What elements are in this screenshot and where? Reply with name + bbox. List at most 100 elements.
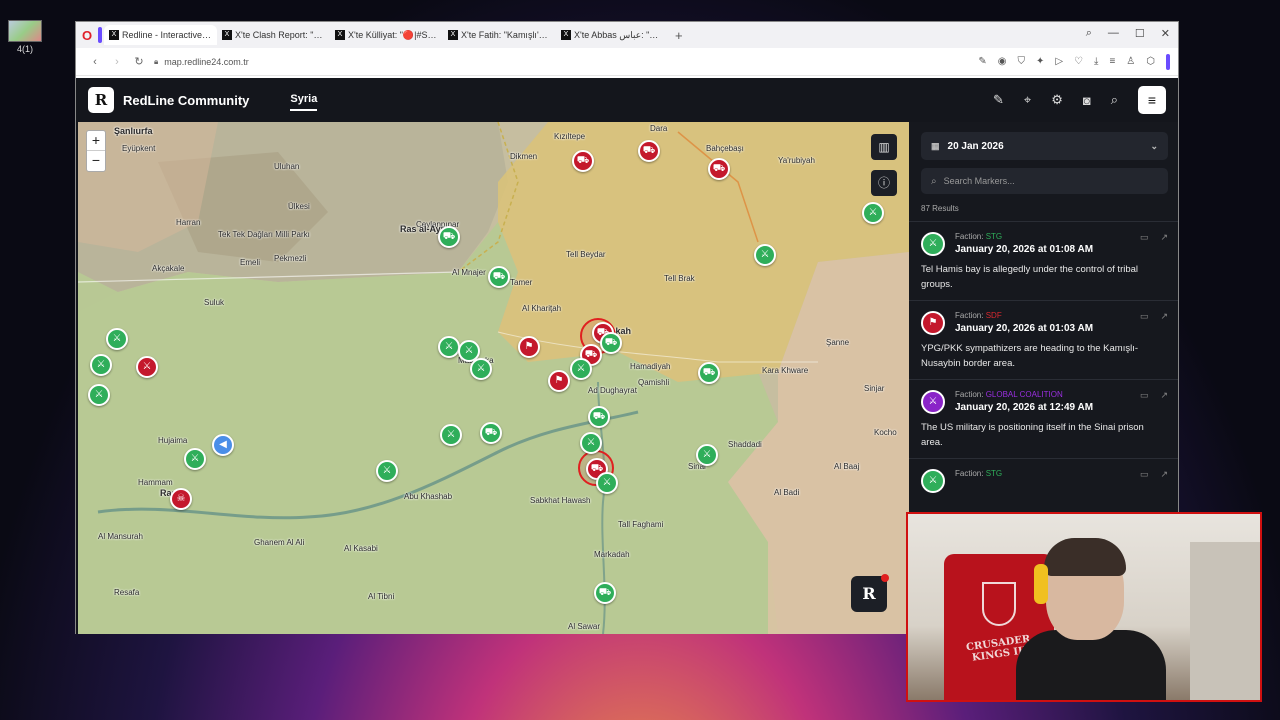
map-layers-icon[interactable]: ▥ (871, 134, 897, 160)
opera-logo-icon[interactable]: O (76, 28, 98, 43)
settings-gear-icon[interactable]: ⚙ (1051, 92, 1063, 108)
soldier-marker-icon[interactable]: ⚔ (470, 358, 492, 380)
reload-icon[interactable]: ↻ (128, 55, 150, 68)
people-marker-icon[interactable]: ⚑ (548, 370, 570, 392)
info-icon[interactable]: ⓘ (871, 170, 897, 196)
soldier-marker-icon[interactable]: ⚔ (376, 460, 398, 482)
camera-icon[interactable]: ◙ (1083, 93, 1091, 108)
shield-icon[interactable]: ⛉ (1017, 56, 1025, 67)
video-icon[interactable]: ▭ (1140, 232, 1149, 243)
external-link-icon[interactable]: ↗ (1160, 469, 1168, 480)
zoom-out-button[interactable]: − (87, 151, 105, 171)
heart-icon[interactable]: ♡ (1074, 56, 1083, 67)
camera-icon[interactable]: ◉ (998, 56, 1007, 67)
video-icon[interactable]: ▭ (1140, 469, 1149, 480)
truck-marker-icon[interactable]: ⛟ (698, 362, 720, 384)
close-window-button[interactable]: ✕ (1161, 27, 1170, 40)
video-icon[interactable]: ▭ (1140, 311, 1149, 322)
draw-pen-icon[interactable]: ✎ (993, 92, 1004, 108)
truck-marker-icon[interactable]: ⛟ (572, 150, 594, 172)
tab-title: Redline - Interactive Strate (122, 30, 212, 40)
soldier-marker-icon[interactable]: ⚔ (136, 356, 158, 378)
play-icon[interactable]: ▷ (1055, 56, 1063, 67)
feed-item[interactable]: ⚔ Faction: STG January 20, 2026 at 01:08… (909, 222, 1178, 301)
redline-corner-button[interactable]: R (851, 574, 889, 612)
megaphone-marker-icon[interactable]: ◀ (212, 434, 234, 456)
truck-marker-icon[interactable]: ⛟ (708, 158, 730, 180)
forward-arrow-icon[interactable]: › (106, 56, 128, 68)
search-icon[interactable]: ⌕ (1111, 92, 1118, 108)
header-tools: ✎ ⌖ ⚙ ◙ ⌕ ≡ (993, 86, 1166, 114)
soldier-marker-icon[interactable]: ⚔ (184, 448, 206, 470)
feed-item[interactable]: ⚑ Faction: SDF January 20, 2026 at 01:03… (909, 301, 1178, 380)
redline-logo[interactable]: R (88, 87, 114, 113)
truck-marker-icon[interactable]: ⛟ (600, 332, 622, 354)
sidebar-accent (98, 27, 102, 43)
hamburger-menu-button[interactable]: ≡ (1138, 86, 1166, 114)
browser-tab-fatih[interactable]: X X'te Fatih: "Kamışlı'da topl (443, 25, 556, 45)
map-label: Emeli (240, 258, 261, 267)
extension-icon[interactable]: ✦ (1036, 56, 1044, 67)
edit-icon[interactable]: ✎ (978, 56, 986, 67)
feed-actions: ▭ ↗ (1140, 390, 1168, 401)
truck-marker-icon[interactable]: ⛟ (438, 226, 460, 248)
map-label: Harran (176, 218, 201, 227)
map-view[interactable]: Şanlıurfa Eyüpkent Harran Akçakale Tek T… (78, 122, 909, 634)
skull-marker-icon[interactable]: ☠ (170, 488, 192, 510)
truck-marker-icon[interactable]: ⛟ (638, 140, 660, 162)
cube-icon[interactable]: ⬡ (1146, 56, 1155, 67)
truck-marker-icon[interactable]: ⛟ (488, 266, 510, 288)
map-label: Uluhan (274, 162, 300, 171)
map-label: Sabkhat Hawash (530, 496, 591, 505)
search-icon: ⌕ (931, 175, 937, 187)
feed-item[interactable]: ⚔ Faction: STG ▭ ↗ (909, 459, 1178, 501)
map-pin-icon[interactable]: ⌖ (1024, 92, 1031, 108)
soldier-marker-icon[interactable]: ⚔ (596, 472, 618, 494)
truck-marker-icon[interactable]: ⛟ (594, 582, 616, 604)
new-tab-button[interactable]: + (675, 28, 683, 43)
zoom-in-button[interactable]: + (87, 131, 105, 151)
map-label: Al Mnajer (452, 268, 486, 277)
soldier-marker-icon[interactable]: ⚔ (580, 432, 602, 454)
browser-tab-clash-report[interactable]: X X'te Clash Report: "The Sy (217, 25, 330, 45)
browser-tab-redline[interactable]: X Redline - Interactive Strate (104, 25, 217, 45)
soldier-marker-icon[interactable]: ⚔ (754, 244, 776, 266)
x-favicon-icon: X (335, 30, 345, 40)
feed-actions: ▭ ↗ (1140, 311, 1168, 322)
feed-item[interactable]: ⚔ Faction: GLOBAL COALITION January 20, … (909, 380, 1178, 459)
video-icon[interactable]: ▭ (1140, 390, 1149, 401)
maximize-button[interactable]: ☐ (1135, 27, 1145, 40)
browser-tab-kulliyat[interactable]: X X'te Külliyat: "🔴|#SONDAK (330, 25, 443, 45)
desktop-shortcut[interactable]: 4(1) (8, 20, 42, 54)
external-link-icon[interactable]: ↗ (1160, 311, 1168, 322)
date-picker[interactable]: ▦ 20 Jan 2026 ⌄ (921, 132, 1168, 160)
truck-marker-icon[interactable]: ⛟ (588, 406, 610, 428)
soldier-marker-icon[interactable]: ⚔ (862, 202, 884, 224)
url-field[interactable]: map.redline24.com.tr (164, 57, 249, 67)
map-label: Al Khariţah (522, 304, 562, 313)
feed-timestamp: January 20, 2026 at 01:03 AM (955, 323, 1094, 334)
external-link-icon[interactable]: ↗ (1160, 232, 1168, 243)
soldier-marker-icon[interactable]: ⚔ (696, 444, 718, 466)
map-label: Al Badi (774, 488, 800, 497)
tab-search-icon[interactable]: ⌕ (1086, 27, 1092, 40)
feed-timestamp: January 20, 2026 at 12:49 AM (955, 402, 1094, 413)
soldier-marker-icon[interactable]: ⚔ (570, 358, 592, 380)
soldier-marker-icon[interactable]: ⚔ (106, 328, 128, 350)
download-icon[interactable]: ⤓ (1094, 56, 1098, 67)
search-markers-input[interactable] (943, 176, 1134, 186)
soldier-marker-icon[interactable]: ⚔ (90, 354, 112, 376)
soldier-marker-icon[interactable]: ⚔ (88, 384, 110, 406)
profile-icon[interactable]: ♙ (1126, 56, 1135, 67)
tab-syria[interactable]: Syria (290, 93, 318, 111)
faction-name: STG (985, 232, 1003, 241)
soldier-marker-icon[interactable]: ⚔ (438, 336, 460, 358)
browser-tab-abbas[interactable]: X X'te Abbas عباس: "SDF's w (556, 25, 669, 45)
people-marker-icon[interactable]: ⚑ (518, 336, 540, 358)
external-link-icon[interactable]: ↗ (1160, 390, 1168, 401)
truck-marker-icon[interactable]: ⛟ (480, 422, 502, 444)
minimize-button[interactable]: — (1108, 27, 1119, 40)
back-arrow-icon[interactable]: ‹ (84, 56, 106, 68)
soldier-marker-icon[interactable]: ⚔ (440, 424, 462, 446)
menu-lines-icon[interactable]: ≡ (1109, 56, 1115, 67)
